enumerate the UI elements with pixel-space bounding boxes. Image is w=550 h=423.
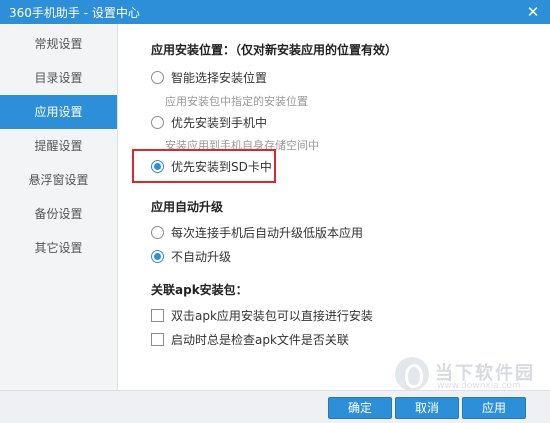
- title-bar: 360手机助手 - 设置中心 ✕: [0, 0, 550, 24]
- radio-button[interactable]: [151, 225, 164, 239]
- close-icon[interactable]: ✕: [524, 3, 542, 21]
- ok-button[interactable]: 确定: [328, 397, 392, 419]
- sidebar-item-other[interactable]: 其它设置: [0, 231, 117, 265]
- radio-button-selected[interactable]: [151, 159, 164, 173]
- settings-panel: 应用安装位置：（仅对新安装应用的位置有效） 智能选择安装位置 应用安装包中指定的…: [119, 24, 550, 390]
- apply-button[interactable]: 应用: [462, 397, 526, 419]
- radio-label: 智能选择安装位置: [171, 70, 268, 85]
- sidebar-item-backup[interactable]: 备份设置: [0, 197, 117, 231]
- sidebar-item-directory[interactable]: 目录设置: [0, 61, 117, 95]
- checkbox-label: 启动时总是检查apk文件是否关联: [171, 332, 349, 347]
- watermark-logo-icon: [395, 357, 429, 391]
- radio-smart-location[interactable]: 智能选择安装位置: [151, 69, 267, 85]
- hint-smart-location: 应用安装包中指定的安装位置: [165, 95, 308, 108]
- checkbox-label: 双击apk应用安装包可以直接进行安装: [171, 308, 373, 323]
- radio-label: 不自动升级: [171, 249, 232, 264]
- sidebar-item-floating-window[interactable]: 悬浮窗设置: [0, 163, 117, 197]
- checkbox-check-apk-assoc[interactable]: 启动时总是检查apk文件是否关联: [151, 331, 349, 347]
- radio-label: 优先安装到手机中: [171, 115, 268, 130]
- sidebar-item-reminder[interactable]: 提醒设置: [0, 129, 117, 163]
- radio-button[interactable]: [151, 70, 164, 84]
- cancel-button[interactable]: 取消: [395, 397, 459, 419]
- radio-sd-card[interactable]: 优先安装到SD卡中: [151, 158, 272, 174]
- radio-button-selected[interactable]: [151, 249, 164, 263]
- radio-no-auto-upgrade[interactable]: 不自动升级: [151, 248, 231, 264]
- sidebar-item-app-settings[interactable]: 应用设置: [0, 95, 117, 129]
- radio-label: 每次连接手机后自动升级低版本应用: [171, 225, 364, 240]
- checkbox-double-click-install[interactable]: 双击apk应用安装包可以直接进行安装: [151, 307, 373, 323]
- radio-button[interactable]: [151, 115, 164, 129]
- apk-assoc-title: 关联apk安装包：: [151, 283, 248, 297]
- sidebar: 常规设置 目录设置 应用设置 提醒设置 悬浮窗设置 备份设置 其它设置: [0, 24, 118, 390]
- checkbox[interactable]: [151, 332, 164, 346]
- footer: 确定 取消 应用: [0, 390, 550, 423]
- checkbox[interactable]: [151, 308, 164, 322]
- install-location-title: 应用安装位置：（仅对新安装应用的位置有效）: [151, 43, 398, 57]
- auto-upgrade-title: 应用自动升级: [151, 200, 224, 214]
- radio-auto-upgrade-on-connect[interactable]: 每次连接手机后自动升级低版本应用: [151, 224, 363, 240]
- radio-phone-storage[interactable]: 优先安装到手机中: [151, 114, 267, 130]
- window-title: 360手机助手 - 设置中心: [9, 6, 140, 20]
- sidebar-item-general[interactable]: 常规设置: [0, 27, 117, 61]
- radio-label: 优先安装到SD卡中: [171, 159, 272, 174]
